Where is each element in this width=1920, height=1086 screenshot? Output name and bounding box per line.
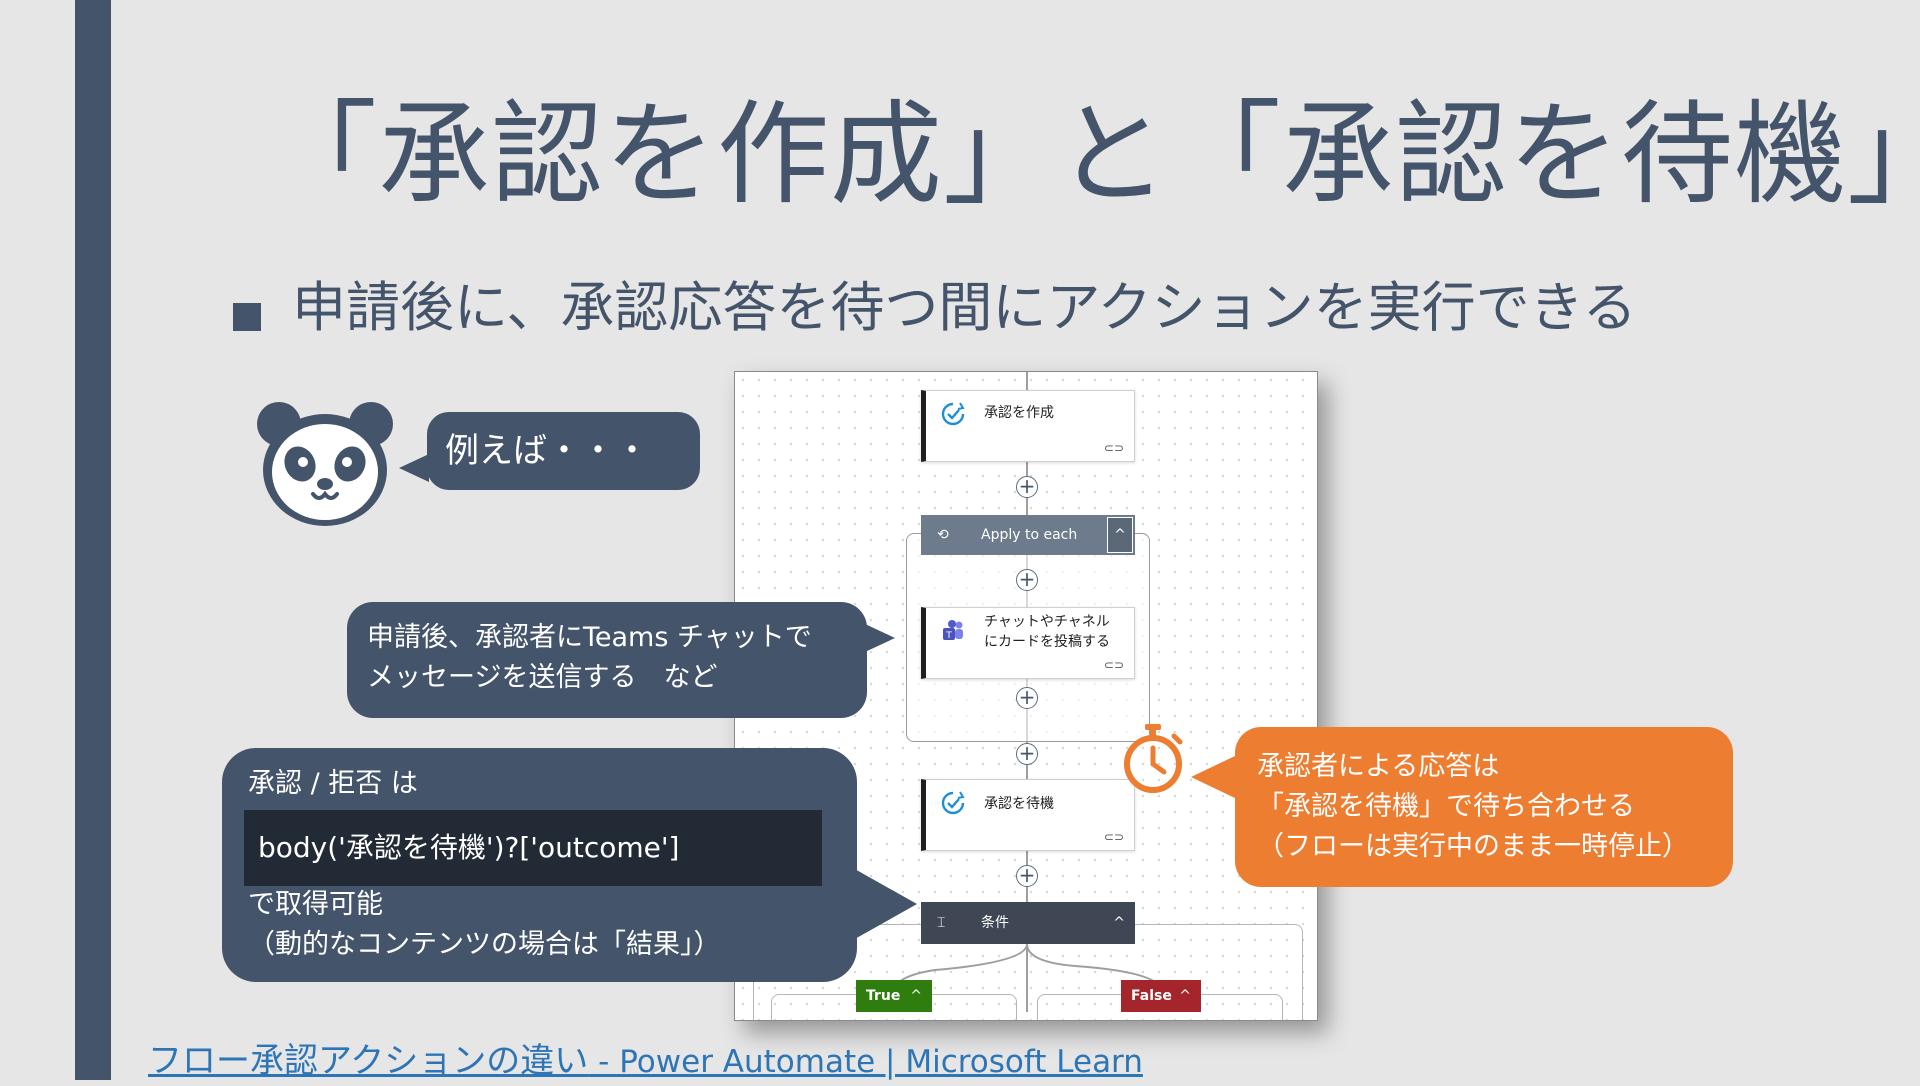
condition-icon: ⌶	[937, 915, 946, 931]
link-icon: ⊂⊃	[1103, 441, 1124, 455]
reference-link[interactable]: フロー承認アクションの違い - Power Automate | Microso…	[148, 1037, 1143, 1086]
bubble-tail	[865, 624, 895, 652]
left-accent-bar	[75, 0, 111, 1080]
svg-text:T: T	[945, 631, 952, 641]
link-icon: ⊂⊃	[1103, 830, 1124, 844]
panda-icon	[257, 402, 393, 526]
add-step-plus-icon[interactable]: +	[1016, 569, 1038, 591]
create-approval-card[interactable]: 承認を作成 ⊂⊃	[921, 390, 1135, 462]
bullet-square-icon	[233, 303, 261, 331]
orange-line-1: 承認者による応答は	[1257, 751, 1500, 782]
create-approval-label: 承認を作成	[984, 405, 1054, 421]
outcome-bubble: 承認 / 拒否 は body('承認を待機')?['outcome'] で取得可…	[222, 748, 917, 982]
collapse-chevron-icon[interactable]: ^	[1107, 517, 1133, 553]
add-step-plus-icon[interactable]: +	[1016, 687, 1038, 709]
slide-subtitle: 申請後に、承認応答を待つ間にアクションを実行できる	[292, 276, 1637, 339]
true-label: True	[866, 988, 901, 1004]
false-branch-tag[interactable]: False ^	[1121, 980, 1201, 1012]
teams-bubble-line-1: 申請後、承認者にTeams チャットで	[367, 622, 812, 653]
outcome-line-3: で取得可能	[248, 889, 383, 920]
timer-icon	[1124, 724, 1183, 793]
outcome-line-4: （動的なコンテンツの場合は「結果」）	[248, 929, 721, 960]
bubble-tail	[1191, 755, 1237, 799]
example-text: 例えば・・・	[445, 431, 649, 471]
bubble-tail	[853, 868, 917, 940]
apply-to-each-header[interactable]: ⟲ Apply to each ^	[921, 515, 1135, 555]
loop-icon: ⟲	[937, 527, 949, 543]
reference-link-source[interactable]: - Power Automate | Microsoft Learn	[588, 1044, 1143, 1080]
chevron-up-icon: ^	[910, 988, 922, 1004]
orange-line-2: 「承認を待機」で待ち合わせる	[1257, 791, 1635, 822]
link-icon: ⊂⊃	[1103, 658, 1124, 672]
teams-post-label-1: チャットやチャネル	[984, 614, 1110, 630]
approval-icon	[941, 791, 965, 815]
condition-header[interactable]: ⌶ 条件 ^	[921, 902, 1135, 944]
false-label: False	[1131, 988, 1172, 1004]
teams-post-label-2: にカードを投稿する	[984, 634, 1110, 650]
true-branch-tag[interactable]: True ^	[856, 980, 932, 1012]
wait-approval-label: 承認を待機	[984, 796, 1054, 812]
wait-explanation-bubble: 承認者による応答は 「承認を待機」で待ち合わせる （フローは実行中のまま一時停止…	[1191, 727, 1733, 887]
collapse-chevron-icon[interactable]: ^	[1113, 902, 1125, 944]
outcome-expression-code: body('承認を待機')?['outcome']	[244, 810, 822, 886]
teams-post-card[interactable]: T チャットやチャネル にカードを投稿する ⊂⊃	[921, 607, 1135, 679]
bubble-tail	[399, 454, 429, 482]
outcome-line-1: 承認 / 拒否 は	[248, 768, 418, 799]
apply-to-each-label: Apply to each	[981, 527, 1078, 543]
approval-icon	[941, 402, 965, 426]
teams-bubble-line-2: メッセージを送信する など	[367, 662, 718, 693]
add-step-plus-icon[interactable]: +	[1016, 865, 1038, 887]
wait-approval-card[interactable]: 承認を待機 ⊂⊃	[921, 779, 1135, 851]
example-bubble: 例えば・・・	[399, 412, 700, 490]
add-step-plus-icon[interactable]: +	[1016, 476, 1038, 498]
add-step-plus-icon[interactable]: +	[1016, 743, 1038, 765]
chevron-up-icon: ^	[1179, 988, 1191, 1004]
teams-icon: T	[943, 620, 963, 641]
reference-link-main[interactable]: フロー承認アクションの違い	[148, 1041, 588, 1081]
slide-title: 「承認を作成」と「承認を待機」	[265, 90, 1920, 220]
teams-message-bubble: 申請後、承認者にTeams チャットで メッセージを送信する など	[347, 602, 895, 718]
condition-label: 条件	[981, 915, 1009, 931]
orange-line-3: （フローは実行中のまま一時停止）	[1257, 831, 1689, 862]
